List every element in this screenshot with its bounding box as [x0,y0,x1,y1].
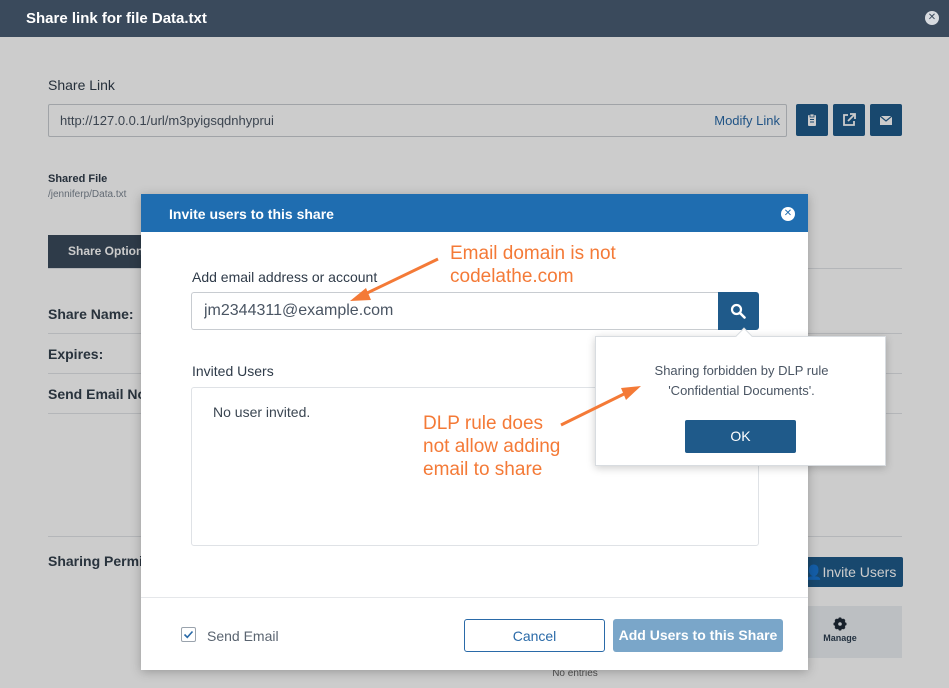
arrow-head [350,288,371,301]
arrow-head [621,386,641,400]
annotation-arrows [350,257,641,427]
arrow-to-popover [560,390,629,427]
arrow-to-email [362,257,439,297]
